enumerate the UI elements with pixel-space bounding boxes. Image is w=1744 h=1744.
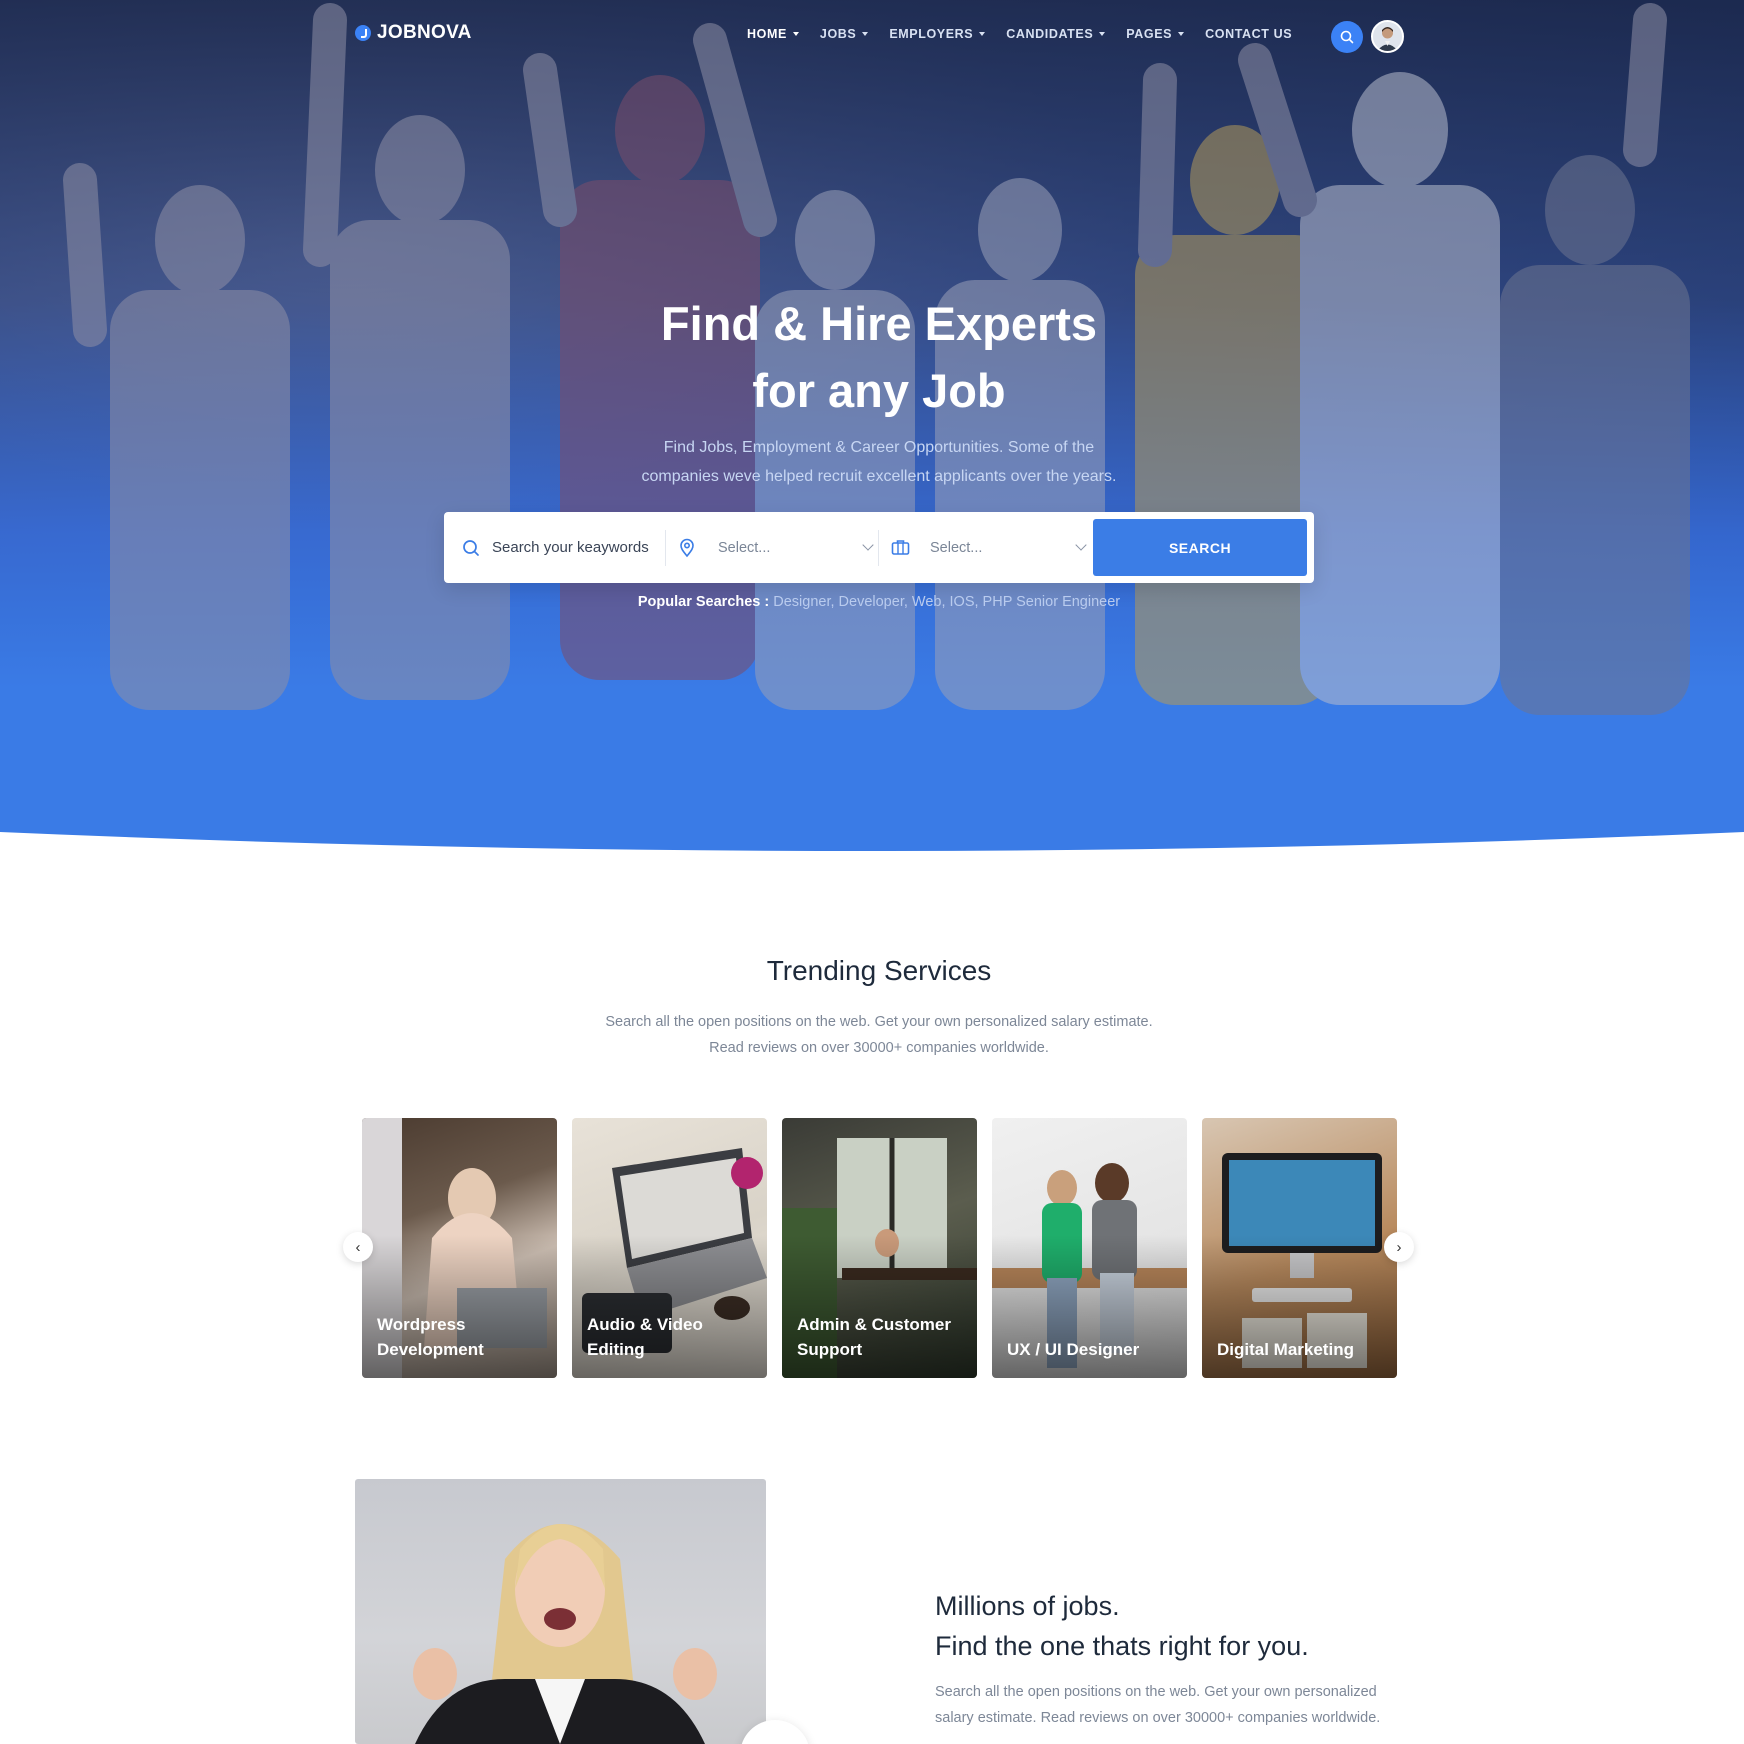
chevron-down-icon [1075,539,1087,551]
divider [878,530,879,566]
briefcase-icon [891,540,910,555]
nav-item-label: HOME [747,27,787,41]
trending-subtitle-line: Read reviews on over 30000+ companies wo… [709,1040,1049,1056]
job-search-bar: Search your keaywords Select... Select..… [444,512,1314,583]
keyword-field[interactable]: Search your keaywords [462,512,662,583]
caret-down-icon [862,32,869,36]
location-pin-icon [680,538,694,557]
hero-section: JOBNOVA HOME JOBS EMPLOYERS CANDIDATES P… [0,0,1744,860]
service-card-digital-marketing[interactable]: Digital Marketing [1202,1118,1397,1378]
nav-item-contact[interactable]: CONTACT US [1205,27,1292,41]
nav-item-candidates[interactable]: CANDIDATES [1006,27,1106,41]
hero-title-line: for any Job [752,364,1006,417]
chevron-left-icon: ‹ [355,1238,361,1256]
nav-item-pages[interactable]: PAGES [1126,27,1185,41]
caret-down-icon [979,32,986,36]
nav-item-label: CANDIDATES [1006,27,1094,41]
trending-subtitle: Search all the open positions on the web… [590,1009,1168,1061]
happy-woman-photo [355,1479,766,1744]
hero-title-line: Find & Hire Experts [660,297,1098,350]
caret-down-icon [1099,32,1106,36]
hero-curve [0,832,1744,860]
caret-down-icon [1178,32,1185,36]
logo[interactable]: JOBNOVA [355,22,472,44]
divider [665,530,666,566]
popular-searches-values[interactable]: Designer, Developer, Web, IOS, PHP Senio… [773,594,1120,610]
millions-title-line: Find the one thats right for you. [935,1631,1309,1661]
popular-searches-label: Popular Searches : [637,594,770,610]
location-placeholder: Select... [718,539,771,556]
popular-searches: Popular Searches : Designer, Developer, … [0,594,1744,610]
service-card-label: Digital Marketing [1217,1340,1354,1359]
main-menu: HOME JOBS EMPLOYERS CANDIDATES PAGES CON… [747,27,1313,41]
nav-search-button[interactable] [1331,21,1363,53]
keyword-input[interactable]: Search your keaywords [492,539,649,556]
nav-item-employers[interactable]: EMPLOYERS [889,27,986,41]
carousel-prev-button[interactable]: ‹ [343,1232,373,1262]
nav-item-label: JOBS [819,27,857,41]
logo-text: JOBNOVA [377,22,472,43]
hero-subtitle: Find Jobs, Employment & Career Opportuni… [0,433,1744,491]
millions-subtitle: Search all the open positions on the web… [935,1679,1405,1731]
photo-image [413,1524,717,1744]
hero-people-image [63,3,1690,715]
chevron-right-icon: › [1396,1238,1402,1256]
search-button[interactable]: SEARCH [1093,519,1307,576]
service-card-admin[interactable]: Admin & Customer Support [782,1118,977,1378]
chevron-down-icon [862,539,874,551]
logo-icon [355,25,371,41]
nav-item-label: EMPLOYERS [889,27,974,41]
user-avatar[interactable] [1371,20,1404,53]
trending-subtitle-line: Search all the open positions on the web… [605,1014,1153,1030]
service-card-label: UX / UI Designer [1007,1340,1140,1359]
nav-item-label: CONTACT US [1205,27,1293,41]
service-card-label: Audio & Video Editing [587,1315,703,1359]
category-select[interactable]: Select... [891,512,1087,583]
category-placeholder: Select... [930,539,983,556]
carousel-next-button[interactable]: › [1384,1232,1414,1262]
hero-subtitle-line: Find Jobs, Employment & Career Opportuni… [663,439,1095,456]
caret-down-icon [792,32,799,36]
search-icon [463,539,479,556]
service-card-label: Admin & Customer Support [797,1315,951,1359]
location-select[interactable]: Select... [678,512,874,583]
service-card-ux-ui[interactable]: UX / UI Designer [992,1118,1187,1378]
service-card-label: Wordpress Development [377,1315,484,1359]
hero-subtitle-line: companies weve helped recruit excellent … [641,468,1117,485]
millions-subtitle-line: salary estimate. Read reviews on over 30… [935,1710,1381,1726]
avatar-image [1373,22,1402,51]
nav-item-jobs[interactable]: JOBS [819,27,869,41]
millions-title-line: Millions of jobs. [935,1591,1120,1621]
service-card-audio-video[interactable]: Audio & Video Editing [572,1118,767,1378]
nav-item-label: PAGES [1126,27,1173,41]
top-navigation: JOBNOVA HOME JOBS EMPLOYERS CANDIDATES P… [0,0,1744,72]
millions-subtitle-line: Search all the open positions on the web… [935,1684,1377,1700]
millions-title: Millions of jobs. Find the one thats rig… [935,1586,1309,1666]
search-icon [1340,30,1354,44]
trending-title: Trending Services [766,955,992,986]
hero-title: Find & Hire Experts for any Job [0,290,1744,424]
nav-item-home[interactable]: HOME [747,27,799,41]
service-card-wordpress[interactable]: Wordpress Development [362,1118,557,1378]
